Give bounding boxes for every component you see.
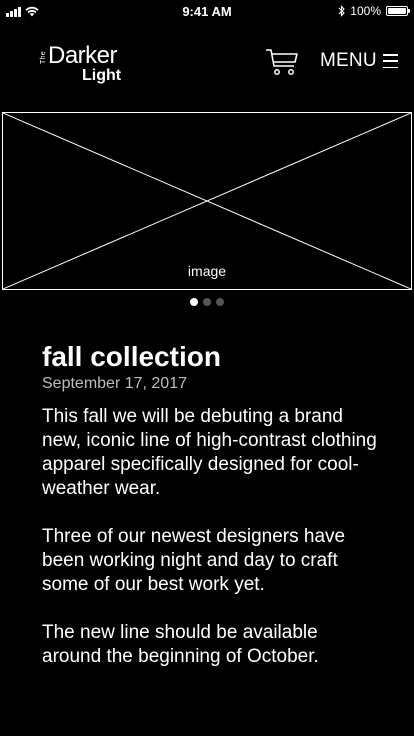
carousel-dot-2[interactable] [203, 298, 211, 306]
hamburger-icon [382, 54, 398, 68]
article-title: fall collection [42, 341, 221, 372]
header: The Darker Light MENU [0, 34, 414, 94]
status-bar: 9:41 AM 100% [0, 0, 414, 24]
article-paragraph: Three of our newest designers have been … [42, 526, 346, 595]
battery-percent: 100% [350, 4, 381, 18]
status-right: 100% [338, 4, 410, 18]
menu-button[interactable]: MENU [320, 50, 398, 72]
menu-label: MENU [320, 50, 377, 71]
article-date: September 17, 2017 [42, 375, 187, 392]
article-paragraph: This fall we will be debuting a brand ne… [42, 406, 377, 499]
logo-the: The [40, 51, 47, 64]
carousel-dot-1[interactable] [190, 298, 198, 306]
carousel-dots [0, 298, 414, 306]
bluetooth-icon [338, 5, 346, 17]
carousel-dot-3[interactable] [216, 298, 224, 306]
logo-darker: Darker [48, 42, 118, 69]
hero-image-placeholder[interactable]: image [2, 112, 412, 290]
battery-icon [386, 6, 410, 16]
cart-icon [266, 49, 298, 75]
logo-light: Light [82, 67, 122, 84]
article: fall collection September 17, 2017 This … [42, 340, 382, 669]
article-body: This fall we will be debuting a brand ne… [42, 405, 382, 669]
hero-image-label: image [187, 263, 227, 279]
cart-button[interactable] [265, 47, 299, 77]
battery-fill [388, 8, 406, 14]
logo[interactable]: The Darker Light [40, 42, 140, 92]
article-paragraph: The new line should be available around … [42, 622, 319, 667]
